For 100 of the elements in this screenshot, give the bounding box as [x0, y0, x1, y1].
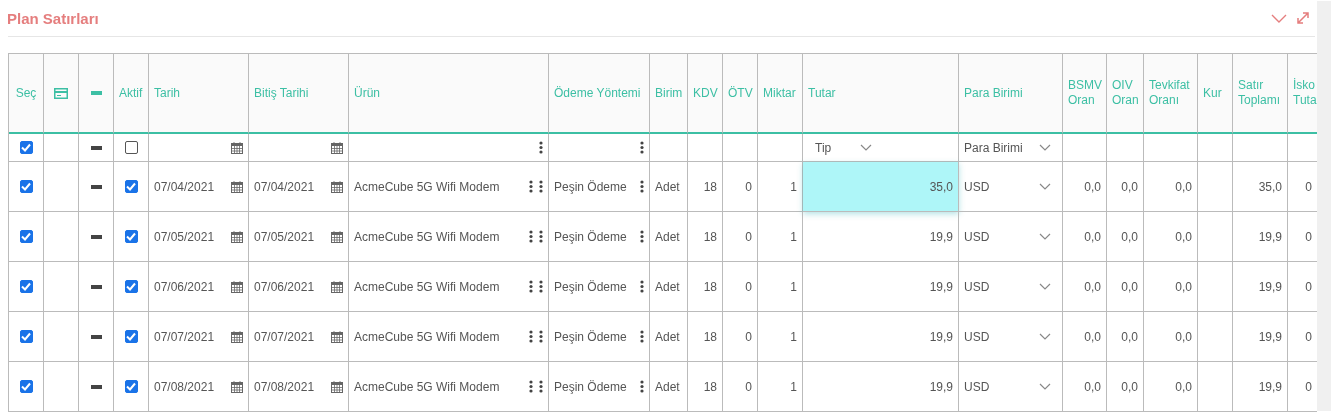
calendar-icon[interactable]	[231, 141, 243, 154]
calendar-icon[interactable]	[231, 330, 243, 343]
checkbox[interactable]	[124, 141, 138, 154]
checkbox[interactable]	[19, 180, 33, 193]
table-cell: 0,0	[1063, 312, 1107, 362]
column-header: Birim	[655, 85, 683, 101]
table-cell: 0,0	[1063, 362, 1107, 412]
table-cell: 1	[758, 312, 803, 362]
calendar-icon[interactable]	[231, 230, 243, 243]
date-text: 07/06/2021	[254, 279, 315, 294]
table-cell: 0,0	[1144, 262, 1198, 312]
currency-select[interactable]: USD	[964, 229, 1057, 244]
kebab-menu-icon[interactable]	[640, 180, 644, 193]
empty-cell	[1198, 312, 1233, 362]
checkbox[interactable]	[19, 380, 33, 393]
kebab-menu-icon[interactable]	[640, 141, 644, 154]
calendar-icon[interactable]	[331, 330, 343, 343]
chevron-down-icon[interactable]	[1271, 13, 1287, 23]
table-cell: 0	[723, 312, 758, 362]
currency-select[interactable]: USD	[964, 379, 1057, 394]
date-text: 07/06/2021	[154, 279, 215, 294]
currency-select[interactable]: Para Birimi	[964, 140, 1057, 155]
amount-cell[interactable]: 19,9	[803, 312, 959, 362]
table-cell: 0	[723, 362, 758, 412]
column-header: Ödeme Yöntemi	[554, 85, 641, 101]
minus-icon[interactable]	[90, 184, 102, 189]
column-header: Bitiş Tarihi	[254, 85, 309, 101]
table-cell: 0,0	[1107, 162, 1144, 212]
kebab-menu-icon[interactable]	[640, 380, 644, 393]
date-text: 07/08/2021	[254, 379, 315, 394]
column-header: İsko Tuta	[1293, 78, 1317, 108]
minus-icon[interactable]	[90, 334, 102, 339]
kebab-menu-icon[interactable]	[529, 380, 533, 393]
column-header: Ürün	[354, 85, 380, 101]
product-text: AcmeCube 5G Wifi Modem	[354, 179, 500, 194]
expand-icon[interactable]	[1297, 12, 1309, 24]
kebab-menu-icon[interactable]	[539, 380, 543, 393]
table-cell: 0	[723, 162, 758, 212]
type-select[interactable]: Tip	[808, 140, 878, 155]
kebab-menu-icon[interactable]	[529, 180, 533, 193]
checkbox[interactable]	[124, 230, 138, 243]
checkbox[interactable]	[124, 380, 138, 393]
checkbox[interactable]	[19, 230, 33, 243]
kebab-menu-icon[interactable]	[640, 230, 644, 243]
kebab-menu-icon[interactable]	[539, 141, 543, 154]
checkbox[interactable]	[124, 280, 138, 293]
column-header: KDV	[693, 85, 718, 101]
table-cell: 0,0	[1107, 212, 1144, 262]
payment-text: Peşin Ödeme	[554, 229, 627, 244]
column-header: Tutar	[808, 85, 836, 101]
kebab-menu-icon[interactable]	[529, 230, 533, 243]
calendar-icon[interactable]	[331, 230, 343, 243]
minus-icon[interactable]	[90, 384, 102, 389]
currency-select[interactable]: USD	[964, 279, 1057, 294]
kebab-menu-icon[interactable]	[539, 280, 543, 293]
kebab-menu-icon[interactable]	[529, 330, 533, 343]
kebab-menu-icon[interactable]	[539, 180, 543, 193]
calendar-icon[interactable]	[331, 141, 343, 154]
empty-cell	[1198, 262, 1233, 312]
table-cell: 19,9	[1233, 262, 1288, 312]
card-icon	[54, 87, 68, 99]
minus-icon[interactable]	[90, 284, 102, 289]
kebab-menu-icon[interactable]	[539, 230, 543, 243]
kebab-menu-icon[interactable]	[640, 280, 644, 293]
date-text: 07/05/2021	[254, 229, 315, 244]
column-header: Miktar	[763, 85, 796, 101]
column-header: Kur	[1203, 85, 1222, 101]
checkbox[interactable]	[19, 330, 33, 343]
empty-cell	[1198, 362, 1233, 412]
calendar-icon[interactable]	[231, 380, 243, 393]
table-cell: 1	[758, 362, 803, 412]
checkbox[interactable]	[19, 280, 33, 293]
table-cell: 0,0	[1107, 262, 1144, 312]
kebab-menu-icon[interactable]	[539, 330, 543, 343]
minus-icon[interactable]	[90, 145, 102, 150]
amount-cell[interactable]: 19,9	[803, 212, 959, 262]
currency-select[interactable]: USD	[964, 179, 1057, 194]
minus-icon[interactable]	[90, 234, 102, 239]
column-header: ÖTV	[728, 85, 753, 101]
calendar-icon[interactable]	[231, 280, 243, 293]
amount-cell[interactable]: 35,0	[803, 162, 959, 212]
chevron-down-icon	[1039, 383, 1051, 390]
calendar-icon[interactable]	[331, 180, 343, 193]
calendar-icon[interactable]	[231, 180, 243, 193]
column-header: Tarih	[154, 85, 180, 101]
table-cell: Adet	[650, 212, 688, 262]
checkbox[interactable]	[19, 141, 33, 154]
empty-cell	[1198, 162, 1233, 212]
table-cell: 18	[688, 312, 723, 362]
calendar-icon[interactable]	[331, 380, 343, 393]
kebab-menu-icon[interactable]	[529, 280, 533, 293]
checkbox[interactable]	[124, 180, 138, 193]
checkbox[interactable]	[124, 330, 138, 343]
calendar-icon[interactable]	[331, 280, 343, 293]
amount-cell[interactable]: 19,9	[803, 262, 959, 312]
currency-select[interactable]: USD	[964, 329, 1057, 344]
amount-cell[interactable]: 19,9	[803, 362, 959, 412]
table-cell: Adet	[650, 362, 688, 412]
date-text: 07/07/2021	[154, 329, 215, 344]
kebab-menu-icon[interactable]	[640, 330, 644, 343]
